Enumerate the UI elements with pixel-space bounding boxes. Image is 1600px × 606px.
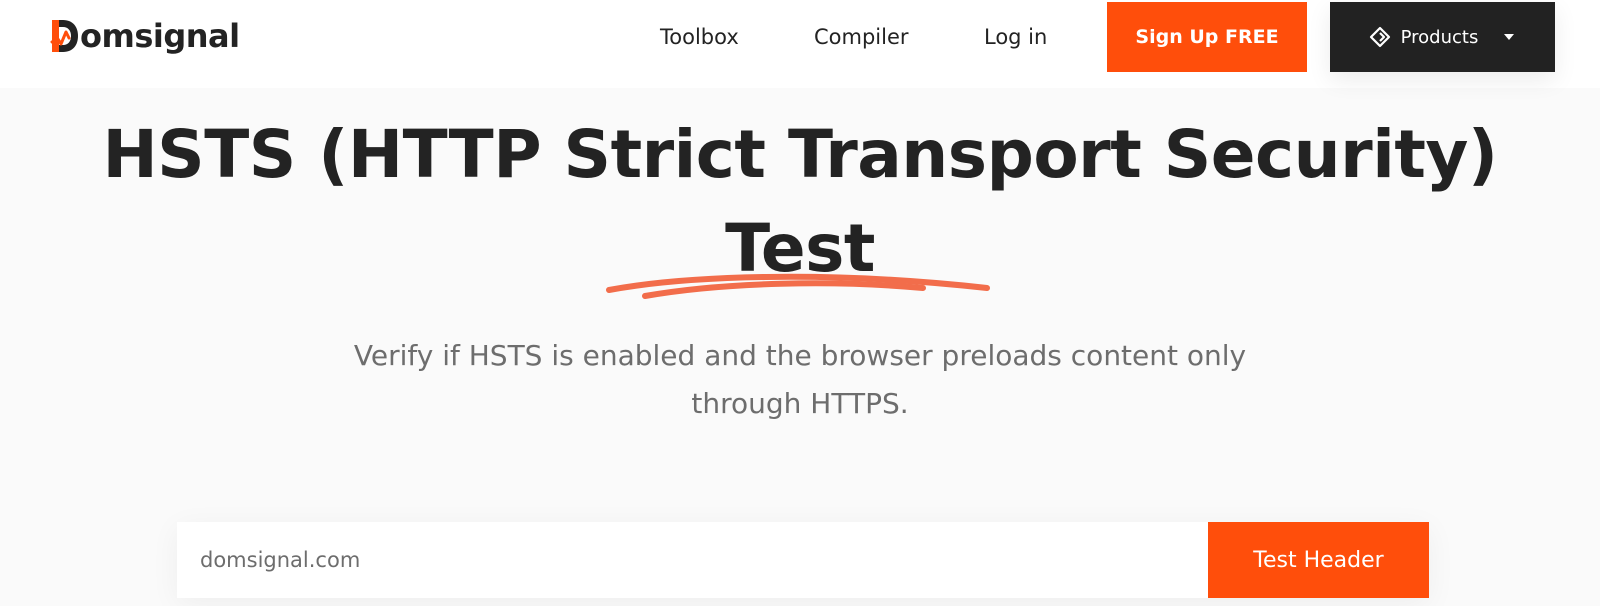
nav-toolbox[interactable]: Toolbox [660,22,739,52]
diamond-arrows-icon [1369,26,1390,48]
page: omsignal Toolbox Compiler Log in Sign Up… [0,0,1600,606]
title-underline-stroke [606,273,990,299]
caret-down-icon [1504,34,1515,40]
page-subtitle-line-1: Verify if HSTS is enabled and the browse… [353,339,1247,372]
nav-login[interactable]: Log in [984,22,1047,52]
domsignal-d-logo-icon [50,20,78,52]
page-subtitle: Verify if HSTS is enabled and the browse… [300,332,1300,428]
products-label: Products [1400,26,1479,48]
page-title-line-1: HSTS (HTTP Strict Transport Security) [102,116,1498,193]
products-dropdown-button[interactable]: Products [1330,2,1555,72]
page-subtitle-line-2: through HTTPS. [691,387,909,420]
test-header-button[interactable]: Test Header [1208,522,1429,598]
logo-link[interactable]: omsignal [50,14,240,58]
sign-up-button[interactable]: Sign Up FREE [1107,2,1307,72]
logo-text: omsignal [80,17,240,55]
url-input[interactable] [177,522,1208,598]
nav-compiler[interactable]: Compiler [814,22,909,52]
url-test-form: Test Header [177,522,1429,598]
site-header: omsignal Toolbox Compiler Log in Sign Up… [0,0,1600,88]
